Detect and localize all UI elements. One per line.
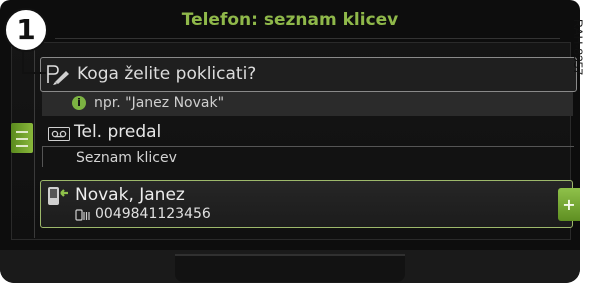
- search-hint: i npr. "Janez Novak": [42, 92, 573, 116]
- title-divider: [55, 38, 560, 39]
- search-label: Koga želite poklicati?: [77, 64, 257, 84]
- phone-incoming-icon: [48, 187, 68, 205]
- menu-line-icon: [16, 145, 28, 147]
- bottom-notch: [175, 254, 405, 282]
- contact-number: 0049841123456: [95, 206, 211, 222]
- menu-line-icon: [16, 131, 28, 133]
- info-icon: i: [72, 96, 86, 110]
- speller-pen-icon: [47, 65, 69, 85]
- callout-marker: 1: [4, 8, 48, 52]
- add-button[interactable]: +: [558, 188, 580, 221]
- list-item-contact[interactable]: Novak, Janez 0049841123456: [40, 180, 573, 228]
- call-list-label[interactable]: Seznam klicev: [76, 150, 177, 166]
- reference-code: RAH-8357: [571, 18, 586, 76]
- hint-text: npr. "Janez Novak": [94, 95, 225, 111]
- screen-title: Telefon: seznam klicev: [181, 10, 399, 30]
- search-input[interactable]: Koga želite poklicati?: [40, 57, 577, 92]
- list-item-voicemail[interactable]: Tel. predal Seznam klicev: [42, 120, 574, 172]
- menu-line-icon: [16, 138, 28, 140]
- mmi-screen: Telefon: seznam klicev Koga želite pokli…: [0, 0, 580, 283]
- voicemail-icon: [48, 127, 70, 141]
- contact-name: Novak, Janez: [75, 185, 185, 205]
- menu-tab-left[interactable]: [11, 123, 33, 153]
- cellphone-icon: [75, 209, 90, 221]
- voicemail-label: Tel. predal: [74, 122, 162, 142]
- reference-code-area: RAH-8357: [571, 0, 600, 283]
- callout-pointer: [22, 50, 46, 74]
